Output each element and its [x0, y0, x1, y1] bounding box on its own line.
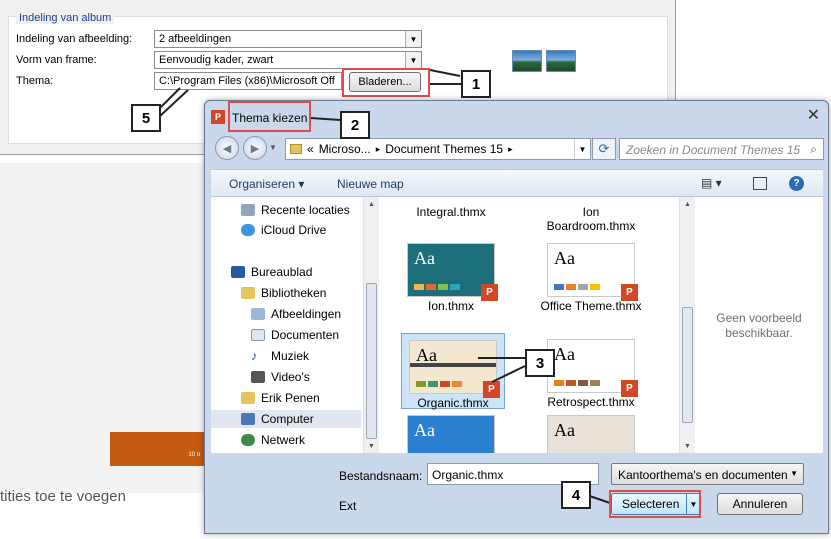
callout-3: 3: [525, 349, 555, 377]
callout-lines: [159, 69, 611, 504]
callout-5: 5: [131, 104, 161, 132]
callout-2: 2: [340, 111, 370, 139]
callout-4: 4: [561, 481, 591, 509]
highlight-select-button: [609, 490, 701, 518]
callout-1: 1: [461, 70, 491, 98]
